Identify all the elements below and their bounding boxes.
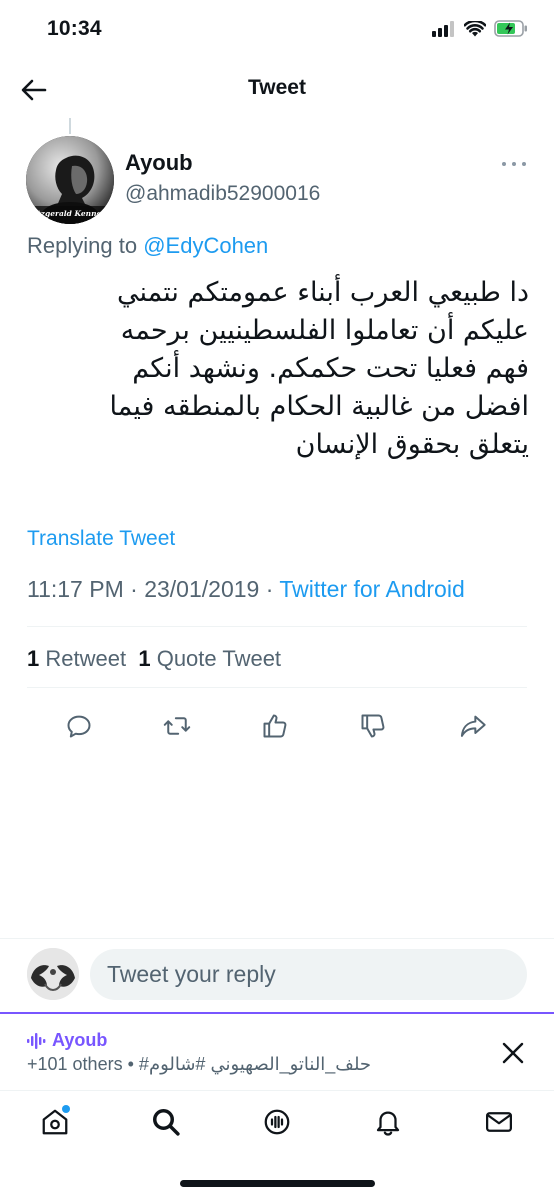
tab-search[interactable] <box>149 1105 183 1139</box>
spaces-hashtags: #حلف_الناتو_الصهيوني #شالوم <box>138 1054 372 1074</box>
close-icon <box>502 1042 524 1064</box>
author-avatar[interactable]: Fitzgerald Kennedy <box>26 136 114 224</box>
spaces-subtitle: +101 others • #حلف_الناتو_الصهيوني #شالو… <box>27 1054 371 1075</box>
thread-connector <box>69 118 71 134</box>
tweet-reply-input[interactable] <box>90 949 527 1000</box>
retweet-button[interactable] <box>155 704 199 748</box>
thumbs-up-icon <box>263 714 287 738</box>
meta-separator: · <box>130 576 138 602</box>
author-name[interactable]: Ayoub <box>125 150 193 176</box>
user-avatar-photo <box>27 948 79 1000</box>
like-button[interactable] <box>253 704 297 748</box>
divider <box>0 938 554 939</box>
tweet-text: دا طبيعي العرب أبناء عمومتكم نتمني عليكم… <box>26 274 529 464</box>
tweet-text-line: افضل من غالبية الحكام بالمنطقه فيما <box>109 391 529 422</box>
tweet-date: 23/01/2019 <box>144 576 260 602</box>
spaces-icon <box>264 1109 290 1135</box>
share-arrow-icon <box>460 715 486 737</box>
quote-count: 1 <box>138 646 151 671</box>
tweet-time: 11:17 PM <box>27 576 124 602</box>
bottom-tab-bar <box>0 1090 554 1152</box>
tab-messages[interactable] <box>482 1105 516 1139</box>
reply-button[interactable] <box>57 704 101 748</box>
reply-icon <box>67 715 91 738</box>
more-dot-icon <box>522 162 526 166</box>
author-handle[interactable]: @ahmadib52900016 <box>125 182 320 206</box>
retweet-icon <box>163 717 191 735</box>
translate-tweet-link[interactable]: Translate Tweet <box>27 527 175 551</box>
cellular-signal-icon <box>432 20 454 37</box>
spaces-dock[interactable]: Ayoub +101 others • #حلف_الناتو_الصهيوني… <box>0 1012 554 1088</box>
tweet-timestamp: 11:17 PM · 23/01/2019 · Twitter for Andr… <box>27 576 465 603</box>
top-navigation: Tweet <box>0 62 554 118</box>
spaces-host: Ayoub <box>27 1030 107 1051</box>
tab-spaces[interactable] <box>260 1105 294 1139</box>
retweet-count: 1 <box>27 646 40 671</box>
avatar-photo: Fitzgerald Kennedy <box>26 136 114 224</box>
page-title: Tweet <box>248 76 306 99</box>
spaces-dot: • <box>127 1054 134 1074</box>
replying-to: Replying to @EdyCohen <box>27 233 268 259</box>
new-content-badge <box>62 1105 70 1113</box>
battery-charging-icon <box>494 20 527 37</box>
tweet-source-link[interactable]: Twitter for Android <box>279 576 464 602</box>
tweet-text-line: فهم فعليا تحت حكمكم. ونشهد أنكم <box>132 353 529 384</box>
more-dot-icon <box>512 162 516 166</box>
tab-notifications[interactable] <box>371 1105 405 1139</box>
tweet-text-line: يتعلق بحقوق الإنسان <box>295 429 529 460</box>
notifications-icon <box>376 1111 400 1136</box>
tab-home[interactable] <box>38 1105 72 1139</box>
messages-icon <box>486 1112 512 1132</box>
close-spaces-button[interactable] <box>500 1040 526 1066</box>
replying-to-mention[interactable]: @EdyCohen <box>143 233 268 258</box>
user-avatar[interactable] <box>27 948 79 1000</box>
quote-label: Quote Tweet <box>156 646 282 671</box>
dislike-button[interactable] <box>351 704 395 748</box>
home-indicator[interactable] <box>180 1180 375 1187</box>
divider <box>27 687 527 688</box>
share-button[interactable] <box>451 704 495 748</box>
quote-tweets-stat[interactable]: 1 Quote Tweet <box>138 646 281 671</box>
divider <box>27 626 527 627</box>
tweet-text-line: عليكم أن تعاملوا الفلسطينيين برحمه <box>120 315 529 346</box>
status-bar: 10:34 <box>0 0 554 62</box>
status-icons <box>432 20 528 37</box>
wifi-icon <box>464 20 486 36</box>
audio-wave-icon <box>27 1032 46 1049</box>
tweet-actions <box>27 704 527 748</box>
spaces-host-name: Ayoub <box>52 1030 108 1050</box>
retweets-stat[interactable]: 1 Retweet <box>27 646 126 671</box>
retweet-label: Retweet <box>45 646 127 671</box>
thumbs-down-icon <box>361 714 385 738</box>
tweet-text-line: دا طبيعي العرب أبناء عمومتكم نتمني <box>117 277 529 308</box>
avatar-caption: Fitzgerald Kennedy <box>28 209 111 218</box>
more-options-button[interactable] <box>502 156 526 172</box>
status-time: 10:34 <box>47 17 102 40</box>
spaces-others: +101 others <box>27 1054 123 1074</box>
search-icon <box>153 1109 180 1136</box>
meta-separator: · <box>265 576 274 602</box>
more-dot-icon <box>502 162 506 166</box>
replying-label: Replying to <box>27 233 138 258</box>
tweet-stats: 1 Retweet 1 Quote Tweet <box>27 646 281 672</box>
